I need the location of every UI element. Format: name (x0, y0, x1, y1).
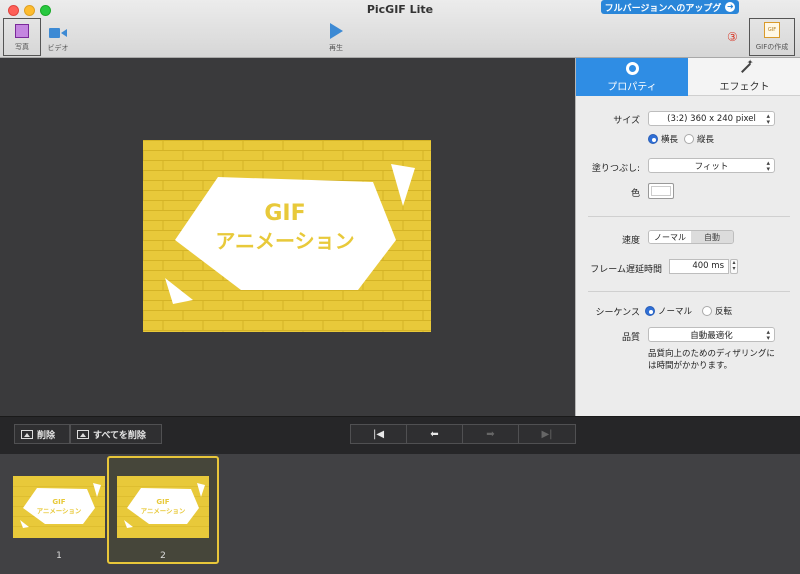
color-swatch (651, 186, 671, 196)
preview-text-line1: GIF (264, 201, 305, 226)
frame-number-1: 1 (56, 551, 62, 561)
skip-last-icon: ▶| (541, 428, 553, 440)
orientation-landscape-radio[interactable]: 横長 (648, 133, 678, 145)
frame-delay-input[interactable]: 400 ms (669, 259, 729, 274)
thumbnail-text-line2: アニメーション (37, 507, 82, 515)
image-icon (21, 429, 33, 439)
delete-all-label: すべてを削除 (93, 430, 146, 441)
thumbnail-text-line2: アニメーション (141, 507, 186, 515)
photo-mode-button[interactable]: 写真 (3, 18, 41, 56)
video-label: ビデオ (47, 44, 69, 52)
speed-auto-segment[interactable]: 自動 (691, 231, 733, 243)
video-camera-icon (49, 27, 67, 39)
next-frame-button[interactable]: ➡ (463, 425, 519, 443)
gif-file-icon: GIF (764, 22, 780, 38)
radio-selected-icon (648, 134, 658, 144)
previous-frame-button[interactable]: ⬅ (407, 425, 463, 443)
size-label: サイズ (613, 116, 640, 126)
video-mode-button[interactable]: ビデオ (43, 18, 73, 56)
orientation-portrait-radio[interactable]: 縦長 (684, 133, 714, 145)
make-gif-label: GIFの作成 (755, 43, 789, 51)
photo-label: 写真 (15, 43, 29, 51)
annotation-number-3: ③ (727, 30, 738, 44)
sequence-reverse-radio[interactable]: 反転 (702, 305, 732, 317)
frame-delay-stepper[interactable]: ▴ ▾ (730, 259, 738, 274)
arrow-right-icon: ➡ (486, 428, 495, 440)
upgrade-button[interactable]: フルバージョンへのアップグ ➜ (601, 0, 739, 14)
size-value: (3:2) 360 x 240 pixel (667, 113, 756, 124)
radio-unselected-icon (702, 306, 712, 316)
preview-text-line2: アニメーション (215, 229, 354, 253)
fill-label: 塗りつぶし: (591, 164, 640, 174)
last-frame-button[interactable]: ▶| (519, 425, 575, 443)
upgrade-label: フルバージョンへのアップグ (604, 3, 722, 14)
delete-label: 削除 (37, 430, 56, 441)
magic-wand-icon (738, 58, 754, 75)
sequence-normal-radio[interactable]: ノーマル (645, 305, 692, 317)
sequence-reverse-label: 反転 (715, 307, 733, 317)
thumbnail-text-line1: GIF (156, 498, 169, 506)
play-button[interactable]: 再生 (316, 18, 356, 56)
frame-delay-label: フレーム遅延時間 (590, 265, 662, 275)
color-label: 色 (630, 189, 640, 199)
chevron-updown-icon: ▴ ▾ (766, 328, 770, 342)
quality-note: 品質向上のためのディザリングには時間がかかります。 (648, 349, 775, 371)
portrait-label: 縦長 (697, 135, 715, 145)
tab-effects[interactable]: エフェクト (688, 58, 800, 96)
play-label: 再生 (329, 44, 343, 52)
fill-value: フィット (694, 161, 729, 172)
speed-label: 速度 (621, 236, 640, 246)
section-divider (588, 216, 790, 217)
photo-icon (15, 24, 29, 38)
speed-segmented-control: ノーマル 自動 (648, 230, 734, 244)
first-frame-button[interactable]: |◀ (351, 425, 407, 443)
frame-navigation: |◀ ⬅ ➡ ▶| (350, 424, 576, 444)
tab-properties-label: プロパティ (607, 81, 657, 93)
preview-image: GIF アニメーション (143, 140, 431, 332)
quality-value: 自動最適化 (690, 330, 733, 341)
gear-icon (625, 61, 639, 75)
play-icon (329, 23, 343, 39)
section-divider (588, 291, 790, 292)
chevron-updown-icon: ▴ ▾ (766, 112, 770, 126)
quality-select[interactable]: 自動最適化 ▴ ▾ (648, 327, 775, 342)
radio-selected-icon (645, 306, 655, 316)
radio-unselected-icon (684, 134, 694, 144)
delete-button[interactable]: 削除 (14, 424, 70, 444)
arrow-left-icon: ⬅ (430, 428, 439, 440)
arrow-right-icon: ➜ (725, 2, 736, 12)
landscape-label: 横長 (661, 135, 679, 145)
quality-label: 品質 (621, 333, 640, 343)
fill-select[interactable]: フィット ▴ ▾ (648, 158, 775, 173)
sequence-label: シーケンス (595, 308, 640, 318)
make-gif-button[interactable]: GIF GIFの作成 (749, 18, 795, 56)
frame-thumbnail-1[interactable]: GIF アニメーション (13, 476, 105, 538)
color-well[interactable] (648, 183, 674, 199)
thumbnail-text-line1: GIF (52, 498, 65, 506)
sequence-normal-label: ノーマル (658, 307, 693, 317)
skip-first-icon: |◀ (372, 428, 385, 440)
tab-properties[interactable]: プロパティ (576, 58, 688, 96)
speed-normal-segment[interactable]: ノーマル (649, 231, 691, 243)
size-select[interactable]: (3:2) 360 x 240 pixel ▴ ▾ (648, 111, 775, 126)
frame-number-2: 2 (160, 551, 166, 561)
chevron-updown-icon: ▴ ▾ (766, 159, 770, 173)
tab-effects-label: エフェクト (719, 81, 770, 93)
frame-thumbnail-2[interactable]: GIF アニメーション (117, 476, 209, 538)
image-icon (77, 429, 89, 439)
delete-all-button[interactable]: すべてを削除 (70, 424, 162, 444)
